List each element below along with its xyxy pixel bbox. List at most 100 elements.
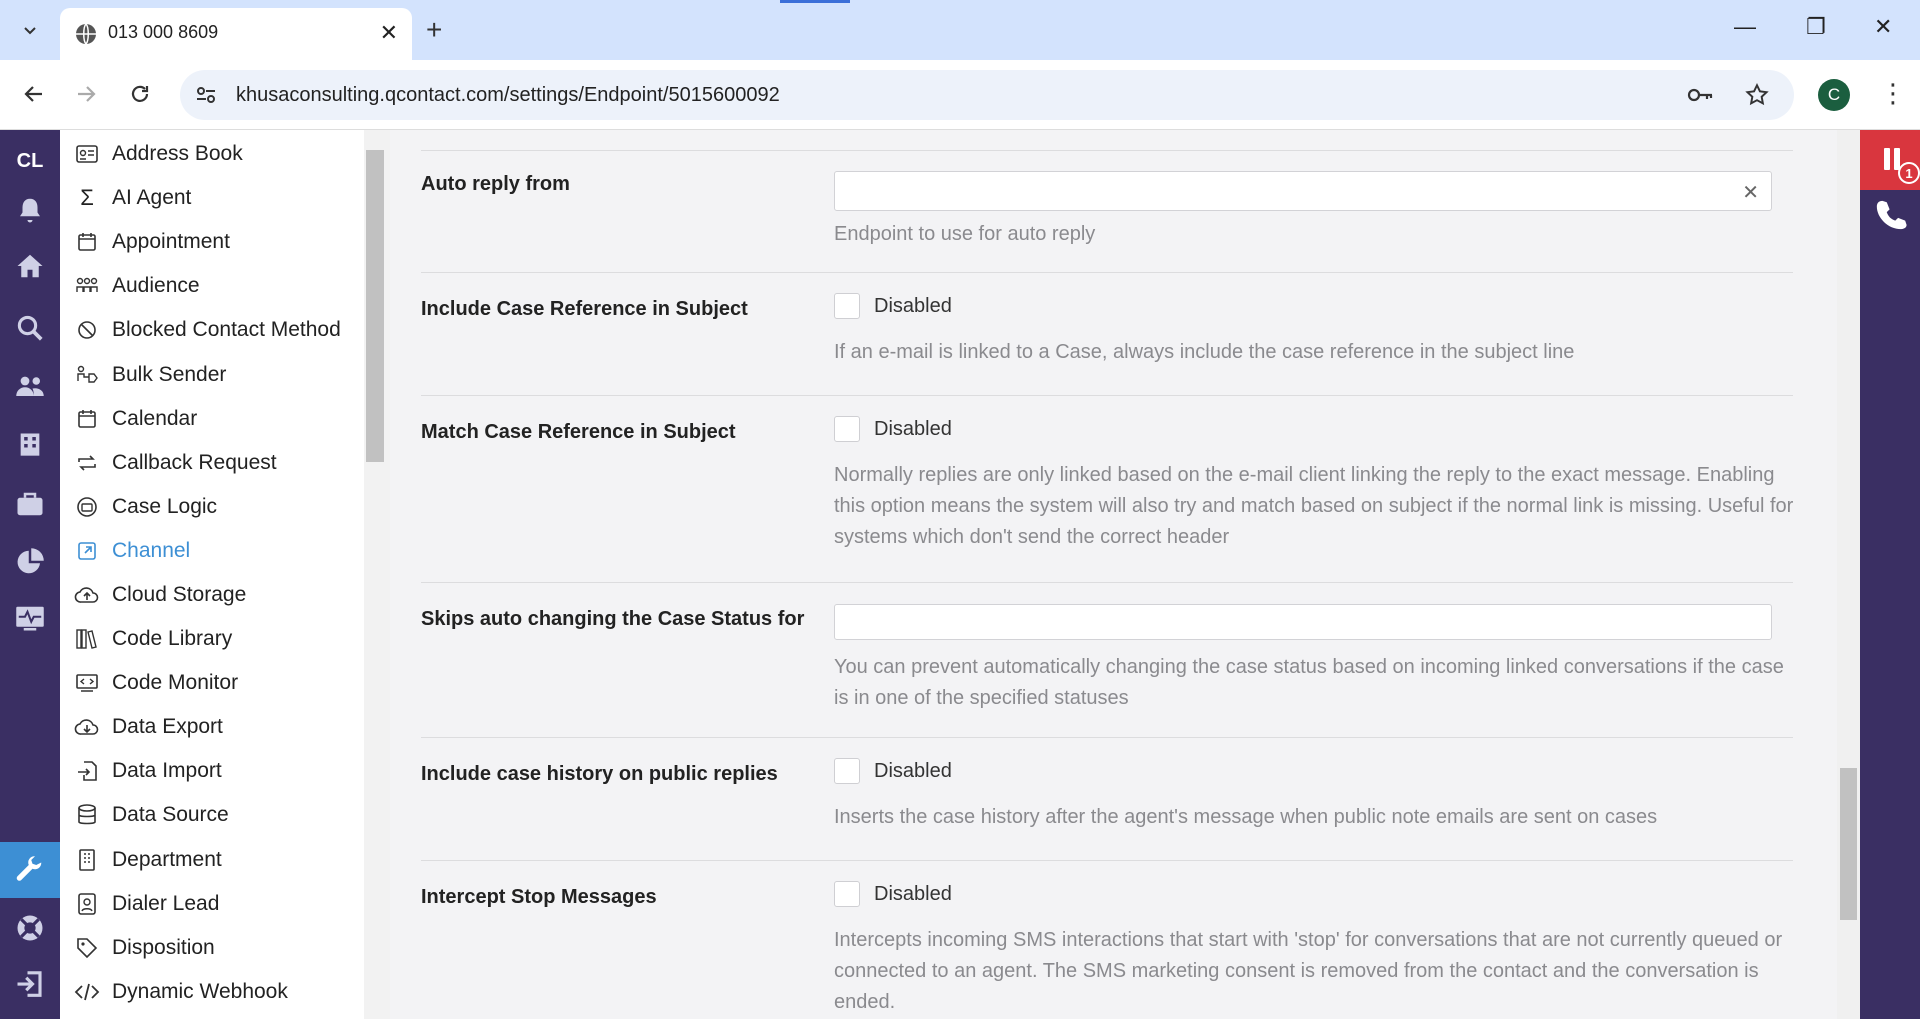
sidebar-item-dynamic-webhook[interactable]: Dynamic Webhook — [60, 970, 389, 1014]
sidebar-item-bulk-sender[interactable]: Bulk Sender — [60, 352, 389, 396]
restore-icon[interactable]: ❐ — [1806, 14, 1826, 40]
briefcase-icon[interactable] — [12, 486, 48, 522]
minimize-icon[interactable]: — — [1734, 14, 1756, 40]
tab-title: 013 000 8609 — [108, 22, 219, 42]
setting-auto-reply: Auto reply from ✕ Endpoint to use for au… — [421, 150, 1793, 272]
sidebar-item-department[interactable]: Department — [60, 838, 389, 882]
monitor-pulse-icon[interactable] — [12, 600, 48, 636]
app-logo[interactable]: CL — [0, 150, 60, 173]
sidebar-item-blocked-contact-method[interactable]: Blocked Contact Method — [60, 308, 389, 352]
new-tab-icon[interactable]: + — [426, 14, 442, 46]
address-bar[interactable]: khusaconsulting.qcontact.com/settings/En… — [180, 70, 1794, 120]
checkbox-state: Disabled — [874, 294, 952, 317]
main-scrollbar-thumb[interactable] — [1840, 768, 1857, 920]
setting-label: Include case history on public replies — [421, 763, 778, 785]
sidebar-item-label: Case Logic — [112, 494, 218, 518]
checkbox[interactable] — [834, 293, 860, 319]
sidebar-item-data-source[interactable]: Data Source — [60, 793, 389, 837]
search-icon[interactable] — [12, 310, 48, 346]
sidebar-item-data-export[interactable]: Data Export — [60, 705, 389, 749]
logout-icon[interactable] — [12, 966, 48, 1002]
sidebar-item-label: Address Book — [112, 142, 243, 166]
clear-icon[interactable]: ✕ — [1742, 180, 1759, 205]
setting-label: Intercept Stop Messages — [421, 886, 657, 908]
sigma-icon: Σ — [80, 185, 94, 211]
sidebar-item-label: Cloud Storage — [112, 582, 247, 606]
globe-icon — [74, 22, 98, 46]
sidebar-item-cloud-storage[interactable]: Cloud Storage — [60, 573, 389, 617]
sidebar-item-calendar[interactable]: Calendar — [60, 397, 389, 441]
bookmark-star-icon[interactable] — [1744, 82, 1770, 113]
phone-icon[interactable] — [1874, 198, 1908, 237]
checkbox-state: Disabled — [874, 417, 952, 440]
sidebar-item-address-book[interactable]: Address Book — [60, 132, 389, 176]
sidebar-item-dialer-lead[interactable]: Dialer Lead — [60, 882, 389, 926]
sidebar-item-label: Dialer Lead — [112, 891, 220, 915]
sidebar-item-label: Code Library — [112, 627, 233, 651]
setting-match-case-ref: Match Case Reference in Subject Disabled… — [421, 395, 1793, 582]
checkbox[interactable] — [834, 758, 860, 784]
include-case-ref-checkbox[interactable]: Disabled — [834, 293, 1794, 319]
sidebar-scrollbar-thumb[interactable] — [366, 150, 384, 462]
bell-icon[interactable] — [12, 192, 48, 228]
site-settings-icon[interactable] — [194, 83, 218, 107]
sidebar-item-ai-agent[interactable]: Σ AI Agent — [60, 176, 389, 220]
auto-reply-select[interactable]: ✕ — [834, 171, 1772, 211]
code-icon — [74, 981, 100, 1003]
address-card-icon — [74, 143, 100, 165]
sidebar-item-data-import[interactable]: Data Import — [60, 749, 389, 793]
checkbox-state: Disabled — [874, 882, 952, 905]
case-logic-icon — [74, 496, 100, 518]
profile-avatar[interactable]: C — [1818, 79, 1850, 111]
sidebar-item-audience[interactable]: Audience — [60, 264, 389, 308]
sidebar-item-label: Calendar — [112, 406, 198, 430]
reload-icon[interactable] — [122, 76, 158, 112]
browser-menu-icon[interactable]: ⋮ — [1880, 78, 1906, 109]
back-icon[interactable] — [16, 76, 52, 112]
monitor-code-icon — [74, 672, 100, 694]
sidebar-item-case-logic[interactable]: Case Logic — [60, 485, 389, 529]
sidebar-item-channel[interactable]: Channel — [60, 529, 389, 573]
sidebar-item-code-monitor[interactable]: Code Monitor — [60, 661, 389, 705]
sidebar-item-label: Bulk Sender — [112, 362, 227, 386]
match-case-ref-checkbox[interactable]: Disabled — [834, 416, 1794, 442]
sidebar-item-callback-request[interactable]: Callback Request — [60, 441, 389, 485]
database-icon — [74, 804, 100, 826]
ban-icon — [74, 319, 100, 341]
checkbox[interactable] — [834, 416, 860, 442]
browser-tab-bar: 013 000 8609 ✕ + — ❐ ✕ — [0, 0, 1920, 60]
building-icon — [74, 848, 100, 871]
tab-search-chevron-icon[interactable] — [12, 12, 48, 48]
setting-help: Endpoint to use for auto reply — [834, 223, 1096, 245]
softphone-dock: 1 — [1860, 130, 1920, 1019]
pie-chart-icon[interactable] — [12, 544, 48, 580]
sidebar-item-appointment[interactable]: Appointment — [60, 220, 389, 264]
setting-include-case-ref: Include Case Reference in Subject Disabl… — [421, 272, 1793, 395]
sidebar-item-disposition[interactable]: Disposition — [60, 926, 389, 970]
sidebar-item-code-library[interactable]: Code Library — [60, 617, 389, 661]
close-tab-icon[interactable]: ✕ — [380, 20, 398, 46]
close-window-icon[interactable]: ✕ — [1874, 14, 1892, 40]
intercept-stop-checkbox[interactable]: Disabled — [834, 881, 1794, 907]
external-link-icon — [74, 540, 100, 562]
sidebar-item-label: Data Export — [112, 715, 223, 739]
forward-icon[interactable] — [68, 76, 104, 112]
help-lifebuoy-icon[interactable] — [12, 910, 48, 946]
setting-help: Normally replies are only linked based o… — [834, 464, 1794, 548]
building-icon[interactable] — [12, 426, 48, 462]
browser-tab[interactable]: 013 000 8609 ✕ — [60, 8, 412, 60]
skip-status-select[interactable] — [834, 604, 1772, 640]
checkbox-state: Disabled — [874, 759, 952, 782]
home-icon[interactable] — [12, 248, 48, 284]
sidebar-item-label: Channel — [112, 538, 191, 562]
cloud-upload-icon — [74, 584, 100, 606]
sidebar-item-label: Dynamic Webhook — [112, 979, 288, 1003]
case-history-checkbox[interactable]: Disabled — [834, 758, 1794, 784]
sidebar-item-label: Blocked Contact Method — [112, 318, 341, 342]
books-icon — [74, 628, 100, 650]
password-key-icon[interactable] — [1686, 83, 1714, 112]
wrench-settings-icon[interactable] — [12, 852, 48, 888]
users-icon[interactable] — [12, 368, 48, 404]
setting-intercept-stop: Intercept Stop Messages Disabled Interce… — [421, 860, 1793, 1019]
checkbox[interactable] — [834, 881, 860, 907]
